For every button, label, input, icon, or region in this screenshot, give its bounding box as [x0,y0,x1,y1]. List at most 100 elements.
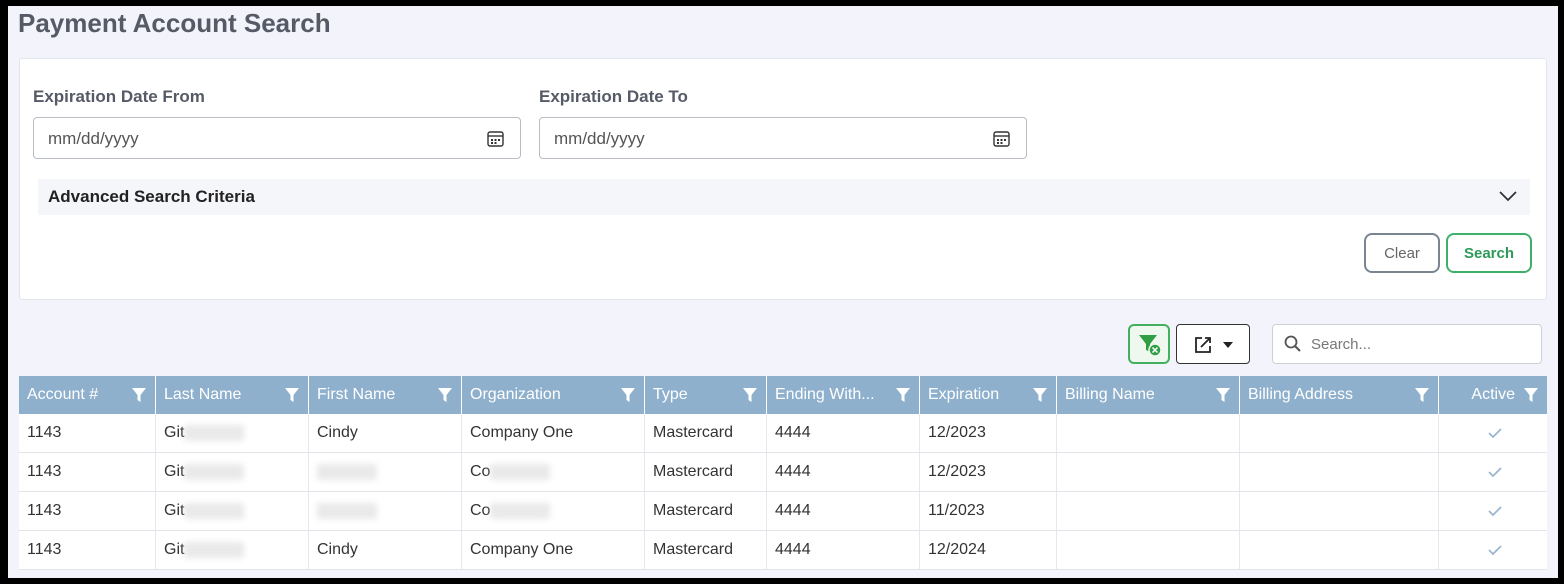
filter-icon[interactable] [1032,387,1048,403]
column-header[interactable]: Last Name [156,376,309,414]
cell-billing-name [1057,531,1240,569]
cell-account: 1143 [19,531,156,569]
cell-account: 1143 [19,414,156,452]
clear-button[interactable]: Clear [1364,233,1440,273]
column-header[interactable]: Organization [462,376,645,414]
table-row[interactable]: 1143 Git Cindy Company One Mastercard 4444 12/… [19,414,1547,453]
advanced-search-toggle[interactable]: Advanced Search Criteria [38,179,1530,215]
clear-filters-button[interactable] [1128,324,1170,364]
cell-last: Git [156,453,309,491]
export-icon [1195,337,1211,353]
calendar-icon[interactable] [487,130,504,147]
filter-clear-icon [1139,335,1162,357]
app-frame: Payment Account Search Expiration Date F… [8,6,1558,578]
column-header[interactable]: Ending With... [767,376,920,414]
filter-icon[interactable] [1523,387,1539,403]
column-header-label: Last Name [164,386,242,403]
grid-search-placeholder: Search... [1311,336,1372,353]
cell-billing-name [1057,492,1240,530]
grid-search-input[interactable]: Search... [1272,324,1542,364]
column-header-label: First Name [317,386,396,403]
filter-icon[interactable] [895,387,911,403]
cell-billing-address [1240,531,1439,569]
column-header[interactable]: Billing Name [1057,376,1240,414]
filter-icon[interactable] [131,387,147,403]
redacted-blur [317,463,377,480]
cell-last: Git [156,492,309,530]
table-row[interactable]: 1143 Git Co Mastercard 4444 11/2023 [19,492,1547,531]
redacted-blur [317,502,377,519]
redacted-blur [184,424,245,441]
search-button[interactable]: Search [1446,233,1532,273]
redacted-blur [490,463,551,480]
calendar-icon[interactable] [993,130,1010,147]
cell-active [1439,492,1547,530]
cell-last: Git [156,531,309,569]
column-header-label: Account # [27,386,99,403]
expiration-from-input[interactable]: mm/dd/yyyy [33,117,521,159]
cell-ending: 4444 [767,453,920,491]
grid-header: Account # Last Name First Name Organization… [19,376,1547,414]
filter-icon[interactable] [284,387,300,403]
cell-exp: 12/2023 [920,453,1057,491]
column-header-label: Ending With... [775,386,875,403]
check-icon [1488,467,1502,478]
cell-active [1439,414,1547,452]
check-icon [1488,545,1502,556]
cell-first: Cindy [309,531,462,569]
cell-account: 1143 [19,492,156,530]
cell-billing-name [1057,414,1240,452]
cell-first [309,492,462,530]
cell-org: Company One [462,531,645,569]
cell-type: Mastercard [645,414,767,452]
cell-billing-name [1057,453,1240,491]
column-header[interactable]: First Name [309,376,462,414]
cell-first: Cindy [309,414,462,452]
cell-last: Git [156,414,309,452]
cell-ending: 4444 [767,531,920,569]
column-header[interactable]: Expiration [920,376,1057,414]
redacted-blur [184,502,245,519]
redacted-blur [184,463,245,480]
expiration-to-placeholder: mm/dd/yyyy [554,129,645,148]
filter-icon[interactable] [742,387,758,403]
cell-type: Mastercard [645,453,767,491]
column-header-label: Type [653,386,688,403]
cell-ending: 4444 [767,492,920,530]
search-icon [1284,335,1301,352]
filter-icon[interactable] [437,387,453,403]
expiration-to-label: Expiration Date To [539,87,688,106]
redacted-blur [184,541,245,558]
cell-active [1439,453,1547,491]
cell-active [1439,531,1547,569]
cell-billing-address [1240,453,1439,491]
table-row[interactable]: 1143 Git Co Mastercard 4444 12/2023 [19,453,1547,492]
column-header-label: Billing Address [1248,386,1353,403]
redacted-blur [490,502,551,519]
filter-icon[interactable] [1215,387,1231,403]
page-title: Payment Account Search [18,8,331,38]
cell-exp: 12/2023 [920,414,1057,452]
column-header[interactable]: Type [645,376,767,414]
column-header[interactable]: Account # [19,376,156,414]
check-icon [1488,506,1502,517]
cell-account: 1143 [19,453,156,491]
column-header[interactable]: Billing Address [1240,376,1439,414]
filter-icon[interactable] [1414,387,1430,403]
cell-org: Co [462,453,645,491]
filter-icon[interactable] [620,387,636,403]
column-header[interactable]: Active [1439,376,1547,414]
cell-exp: 12/2024 [920,531,1057,569]
cell-exp: 11/2023 [920,492,1057,530]
cell-first [309,453,462,491]
caret-down-icon [1223,342,1233,348]
expiration-to-input[interactable]: mm/dd/yyyy [539,117,1027,159]
table-row[interactable]: 1143 Git Cindy Company One Mastercard 4444 12/… [19,531,1547,570]
grid-body: 1143 Git Cindy Company One Mastercard 4444 12/… [19,414,1547,570]
cell-billing-address [1240,492,1439,530]
export-dropdown-button[interactable] [1176,324,1250,364]
cell-type: Mastercard [645,531,767,569]
cell-billing-address [1240,414,1439,452]
search-criteria-card: Expiration Date From mm/dd/yyyy Expirati… [19,58,1547,300]
cell-type: Mastercard [645,492,767,530]
